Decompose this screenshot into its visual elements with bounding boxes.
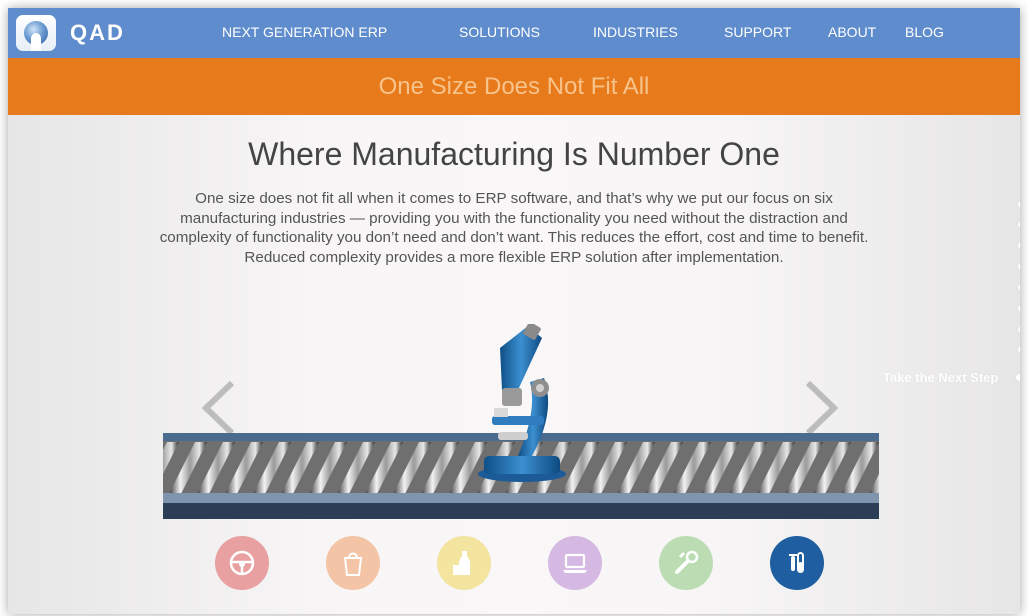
rail-dot[interactable] [1018, 263, 1020, 270]
industry-industrial[interactable] [659, 536, 713, 590]
nav-solutions[interactable]: SOLUTIONS [459, 24, 540, 40]
industry-automotive[interactable] [215, 536, 269, 590]
nav-industries[interactable]: INDUSTRIES [593, 24, 678, 40]
chevron-left-icon[interactable] [200, 380, 236, 436]
page-frame: QAD NEXT GENERATION ERP SOLUTIONS INDUST… [8, 8, 1020, 614]
rail-dot[interactable] [1018, 221, 1020, 228]
microscope-icon [478, 324, 566, 482]
chevron-right-icon[interactable] [804, 380, 840, 436]
wrench-icon [675, 550, 699, 574]
tagline-banner: One Size Does Not Fit All [8, 58, 1020, 115]
take-next-step-link[interactable]: Take the Next Step [883, 370, 998, 385]
nav-about[interactable]: ABOUT [828, 24, 876, 40]
rail-dot[interactable] [1018, 305, 1020, 312]
rail-dot[interactable] [1018, 201, 1020, 208]
rail-dot-active[interactable] [1016, 374, 1020, 381]
intro-paragraph: One size does not fit all when it comes … [159, 190, 869, 266]
nav-next-generation-erp[interactable]: NEXT GENERATION ERP [222, 24, 387, 40]
steering-wheel-icon [229, 550, 255, 576]
industry-life-sciences[interactable] [770, 536, 824, 590]
top-nav-bar: QAD NEXT GENERATION ERP SOLUTIONS INDUST… [8, 8, 1020, 58]
industry-high-tech[interactable] [548, 536, 602, 590]
nav-blog[interactable]: BLOG [905, 24, 944, 40]
industry-consumer-products[interactable] [326, 536, 380, 590]
test-tubes-icon [789, 552, 804, 573]
rail-dot[interactable] [1018, 284, 1020, 291]
bottle-icon [453, 551, 470, 575]
laptop-icon [563, 553, 587, 573]
rail-dot[interactable] [1018, 326, 1020, 333]
industry-food-and-beverage[interactable] [437, 536, 491, 590]
main-nav: NEXT GENERATION ERP SOLUTIONS INDUSTRIES… [8, 8, 1020, 58]
page-title: Where Manufacturing Is Number One [248, 136, 780, 172]
rail-dot[interactable] [1018, 346, 1020, 353]
shopping-bag-icon [343, 552, 363, 576]
nav-support[interactable]: SUPPORT [724, 24, 791, 40]
rail-dot[interactable] [1018, 242, 1020, 249]
